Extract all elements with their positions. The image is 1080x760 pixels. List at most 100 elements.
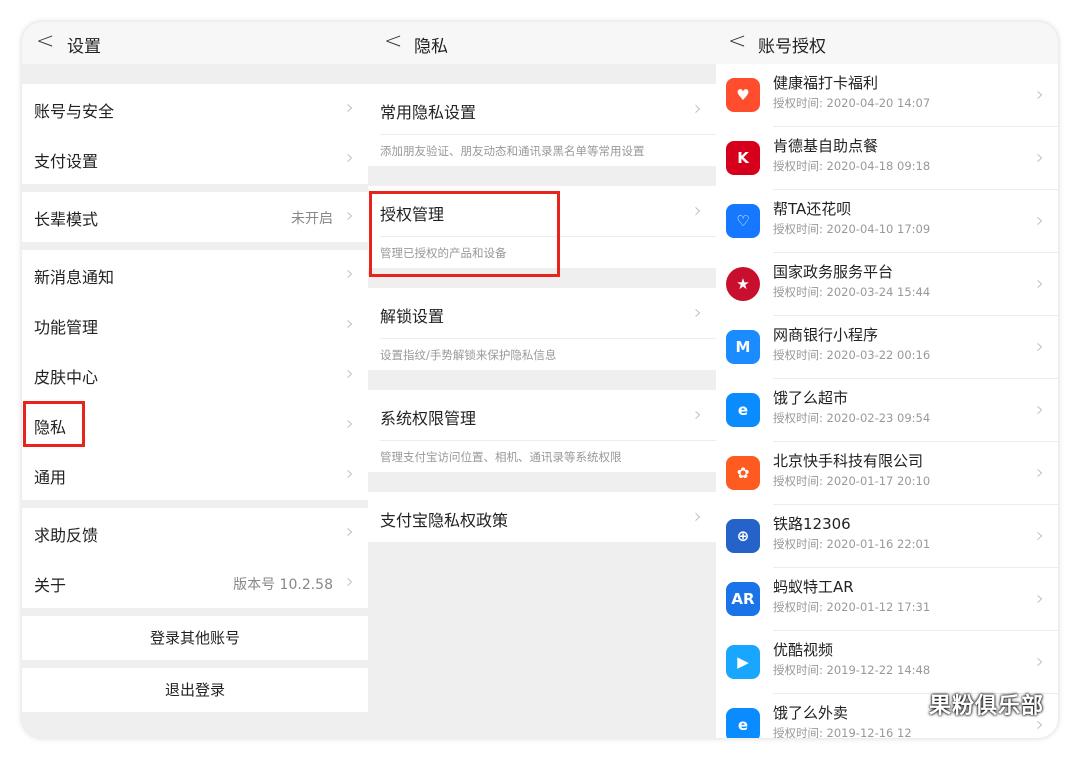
settings-panel: < 设置 账号与安全 › 支付设置 › 长辈模式 未开启 › 新消息通知 › 功…: [22, 22, 368, 738]
chevron-right-icon: ›: [1036, 649, 1044, 673]
chevron-right-icon: ›: [1036, 334, 1044, 358]
authorized-app-row[interactable]: M 网商银行小程序授权时间: 2020-03-22 00:16 ›: [716, 316, 1058, 379]
authorized-app-row[interactable]: ♥ 健康福打卡福利 授权时间: 2020-04-20 14:07 ›: [716, 64, 1058, 127]
settings-item-label: 通用: [34, 468, 67, 487]
privacy-item-label: 解锁设置: [380, 307, 445, 326]
chevron-right-icon: ›: [346, 145, 354, 169]
divider: [380, 338, 716, 339]
chevron-right-icon: ›: [346, 411, 354, 435]
settings-item-label: 长辈模式: [34, 210, 99, 229]
authorized-app-row[interactable]: ⊕ 铁路12306 授权时间: 2020-01-16 22:01 ›: [716, 505, 1058, 568]
chevron-right-icon: ›: [1036, 271, 1044, 295]
app-auth-date: 授权时间: 2019-12-22 14:48: [773, 663, 931, 677]
settings-item-label: 皮肤中心: [34, 368, 99, 387]
health-gift-icon: ♥: [726, 78, 760, 112]
settings-item-label: 账号与安全: [34, 102, 115, 121]
app-auth-date: 授权时间: 2020-03-24 15:44: [773, 285, 931, 299]
youku-icon: ▶: [726, 645, 760, 679]
elder-mode-status: 未开启: [291, 211, 333, 227]
screenshot-card: < 设置 账号与安全 › 支付设置 › 长辈模式 未开启 › 新消息通知 › 功…: [22, 22, 1058, 738]
app-auth-date: 授权时间: 2019-12-16 12: [773, 726, 912, 738]
settings-item-label: 关于: [34, 576, 67, 595]
chevron-right-icon: ›: [346, 203, 354, 227]
chevron-right-icon: ›: [1036, 145, 1044, 169]
chevron-right-icon: ›: [1036, 460, 1044, 484]
privacy-item-policy[interactable]: 支付宝隐私权政策 ›: [368, 492, 716, 542]
divider: [380, 134, 716, 135]
settings-item-about[interactable]: 关于 版本号 10.2.58 ›: [22, 558, 368, 608]
privacy-panel: < 隐私 常用隐私设置 › 添加朋友验证、朋友动态和通讯录黑名单等常用设置 授权…: [368, 22, 716, 738]
privacy-item-common[interactable]: 常用隐私设置 › 添加朋友验证、朋友动态和通讯录黑名单等常用设置: [368, 84, 716, 166]
huabei-icon: ♡: [726, 204, 760, 238]
app-name: 蚂蚁特工AR: [773, 578, 854, 596]
privacy-item-label: 支付宝隐私权政策: [380, 511, 509, 530]
settings-item-skin[interactable]: 皮肤中心 ›: [22, 350, 368, 400]
settings-item-help[interactable]: 求助反馈 ›: [22, 508, 368, 558]
privacy-item-label: 系统权限管理: [380, 409, 477, 428]
settings-item-notifications[interactable]: 新消息通知 ›: [22, 250, 368, 300]
authorized-app-row[interactable]: ★ 国家政务服务平台授权时间: 2020-03-24 15:44 ›: [716, 253, 1058, 316]
divider: [380, 440, 716, 441]
settings-item-general[interactable]: 通用 ›: [22, 450, 368, 500]
settings-title: 设置: [67, 37, 101, 57]
back-chevron-icon[interactable]: <: [728, 29, 746, 54]
chevron-right-icon: ›: [1036, 82, 1044, 106]
account-auth-title: 账号授权: [758, 37, 826, 57]
chevron-right-icon: ›: [694, 96, 702, 120]
chevron-right-icon: ›: [1036, 523, 1044, 547]
chevron-right-icon: ›: [346, 261, 354, 285]
app-name: 优酷视频: [773, 641, 834, 659]
privacy-item-desc: 管理支付宝访问位置、相机、通讯录等系统权限: [380, 450, 622, 464]
settings-group-4: 求助反馈 › 关于 版本号 10.2.58 ›: [22, 508, 368, 608]
national-emblem-icon: ★: [726, 267, 760, 301]
settings-item-features[interactable]: 功能管理 ›: [22, 300, 368, 350]
authorized-app-row[interactable]: AR 蚂蚁特工AR 授权时间: 2020-01-12 17:31 ›: [716, 568, 1058, 631]
back-chevron-icon[interactable]: <: [384, 29, 402, 54]
app-auth-date: 授权时间: 2020-02-23 09:54: [773, 411, 931, 425]
app-name: 铁路12306: [773, 515, 851, 533]
authorized-app-row[interactable]: e 饿了么超市 授权时间: 2020-02-23 09:54 ›: [716, 379, 1058, 442]
chevron-right-icon: ›: [694, 402, 702, 426]
logout-button[interactable]: 退出登录: [22, 668, 368, 712]
settings-item-label: 新消息通知: [34, 268, 115, 287]
settings-item-elder-mode[interactable]: 长辈模式 未开启 ›: [22, 192, 368, 242]
app-name: 国家政务服务平台: [773, 263, 894, 281]
app-auth-date: 授权时间: 2020-04-18 09:18: [773, 159, 931, 173]
app-name: 网商银行小程序: [773, 326, 879, 344]
settings-item-payment[interactable]: 支付设置 ›: [22, 134, 368, 184]
chevron-right-icon: ›: [346, 519, 354, 543]
eleme-icon: e: [726, 393, 760, 427]
settings-header: < 设置: [22, 22, 368, 64]
chevron-right-icon: ›: [1036, 208, 1044, 232]
app-name: 健康福打卡福利: [773, 74, 879, 92]
chevron-right-icon: ›: [346, 461, 354, 485]
chevron-right-icon: ›: [346, 311, 354, 335]
chevron-right-icon: ›: [346, 95, 354, 119]
app-auth-date: 授权时间: 2020-01-12 17:31: [773, 600, 931, 614]
settings-item-account-security[interactable]: 账号与安全 ›: [22, 84, 368, 134]
watermark-text: 果粉俱乐部: [928, 694, 1044, 719]
privacy-item-unlock[interactable]: 解锁设置 › 设置指纹/手势解锁来保护隐私信息: [368, 288, 716, 370]
authorized-app-row[interactable]: ✿ 北京快手科技有限公司 授权时间: 2020-01-17 20:10 ›: [716, 442, 1058, 505]
authorization-highlight-box: [369, 191, 560, 277]
authorized-app-row[interactable]: ▶ 优酷视频授权时间: 2019-12-22 14:48 ›: [716, 631, 1058, 694]
chevron-right-icon: ›: [694, 300, 702, 324]
privacy-item-system-permissions[interactable]: 系统权限管理 › 管理支付宝访问位置、相机、通讯录等系统权限: [368, 390, 716, 472]
app-auth-date: 授权时间: 2020-04-10 17:09: [773, 222, 931, 236]
login-other-account-button[interactable]: 登录其他账号: [22, 616, 368, 660]
mybank-icon: M: [726, 330, 760, 364]
settings-item-label: 支付设置: [34, 152, 99, 171]
app-name: 肯德基自助点餐: [773, 137, 879, 155]
authorized-app-row[interactable]: ♡ 帮TA还花呗 授权时间: 2020-04-10 17:09 ›: [716, 190, 1058, 253]
account-auth-header: < 账号授权: [716, 22, 1058, 64]
chevron-right-icon: ›: [694, 504, 702, 528]
back-chevron-icon[interactable]: <: [36, 29, 54, 54]
authorized-app-row[interactable]: K 肯德基自助点餐 授权时间: 2020-04-18 09:18 ›: [716, 127, 1058, 190]
app-auth-date: 授权时间: 2020-03-22 00:16: [773, 348, 931, 362]
app-version: 版本号 10.2.58: [233, 577, 333, 593]
privacy-title: 隐私: [414, 37, 448, 57]
privacy-header: < 隐私: [368, 22, 716, 64]
privacy-item-desc: 添加朋友验证、朋友动态和通讯录黑名单等常用设置: [380, 144, 645, 158]
railway-icon: ⊕: [726, 519, 760, 553]
app-name: 饿了么超市: [773, 389, 849, 407]
